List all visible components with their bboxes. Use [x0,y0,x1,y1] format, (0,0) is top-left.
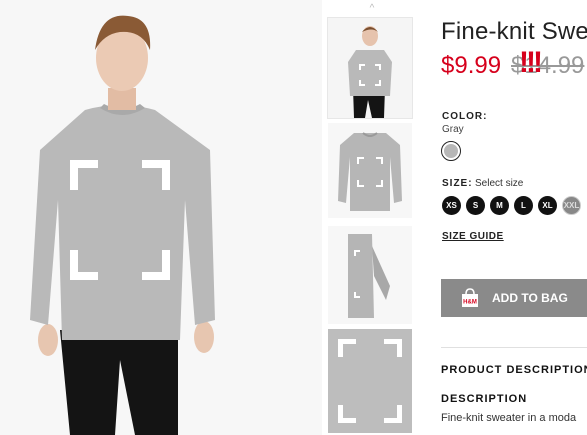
description-heading: DESCRIPTION [441,393,528,405]
thumbnail-sweater-folded[interactable] [328,226,412,324]
size-guide-link[interactable]: SIZE GUIDE [442,231,504,242]
size-option-xl[interactable]: XL [538,196,557,215]
size-label: SIZE: [442,178,473,189]
thumbnail-fabric-detail[interactable] [328,329,412,433]
add-to-bag-label: ADD TO BAG [492,291,568,305]
sale-price: $9.99 [441,52,502,79]
section-divider [441,347,587,348]
size-option-l[interactable]: L [514,196,533,215]
size-options: XS S M L XL XXL [442,196,581,215]
thumbnail-sweater-flat[interactable] [328,123,412,218]
size-hint: Select size [475,178,524,189]
shopping-bag-icon: H&M [462,288,478,307]
color-value: Gray [442,124,464,135]
color-label: COLOR: [442,111,488,122]
product-description-toggle[interactable]: PRODUCT DESCRIPTION [441,364,587,376]
description-text: Fine-knit sweater in a moda [441,412,577,424]
product-title: Fine-knit Swe [441,18,587,45]
size-option-s[interactable]: S [466,196,485,215]
promo-exclamation-mark: !!! [519,46,543,79]
size-option-xs[interactable]: XS [442,196,461,215]
add-to-bag-button[interactable]: H&M ADD TO BAG [441,279,587,317]
bag-logo-text: H&M [463,300,477,306]
color-swatch-gray[interactable] [441,141,461,161]
size-option-xxl[interactable]: XXL [562,196,581,215]
thumbnail-scroll-up-icon[interactable]: ^ [366,4,378,14]
main-product-image[interactable] [0,0,322,435]
thumbnail-model-front[interactable] [327,17,413,119]
size-option-m[interactable]: M [490,196,509,215]
